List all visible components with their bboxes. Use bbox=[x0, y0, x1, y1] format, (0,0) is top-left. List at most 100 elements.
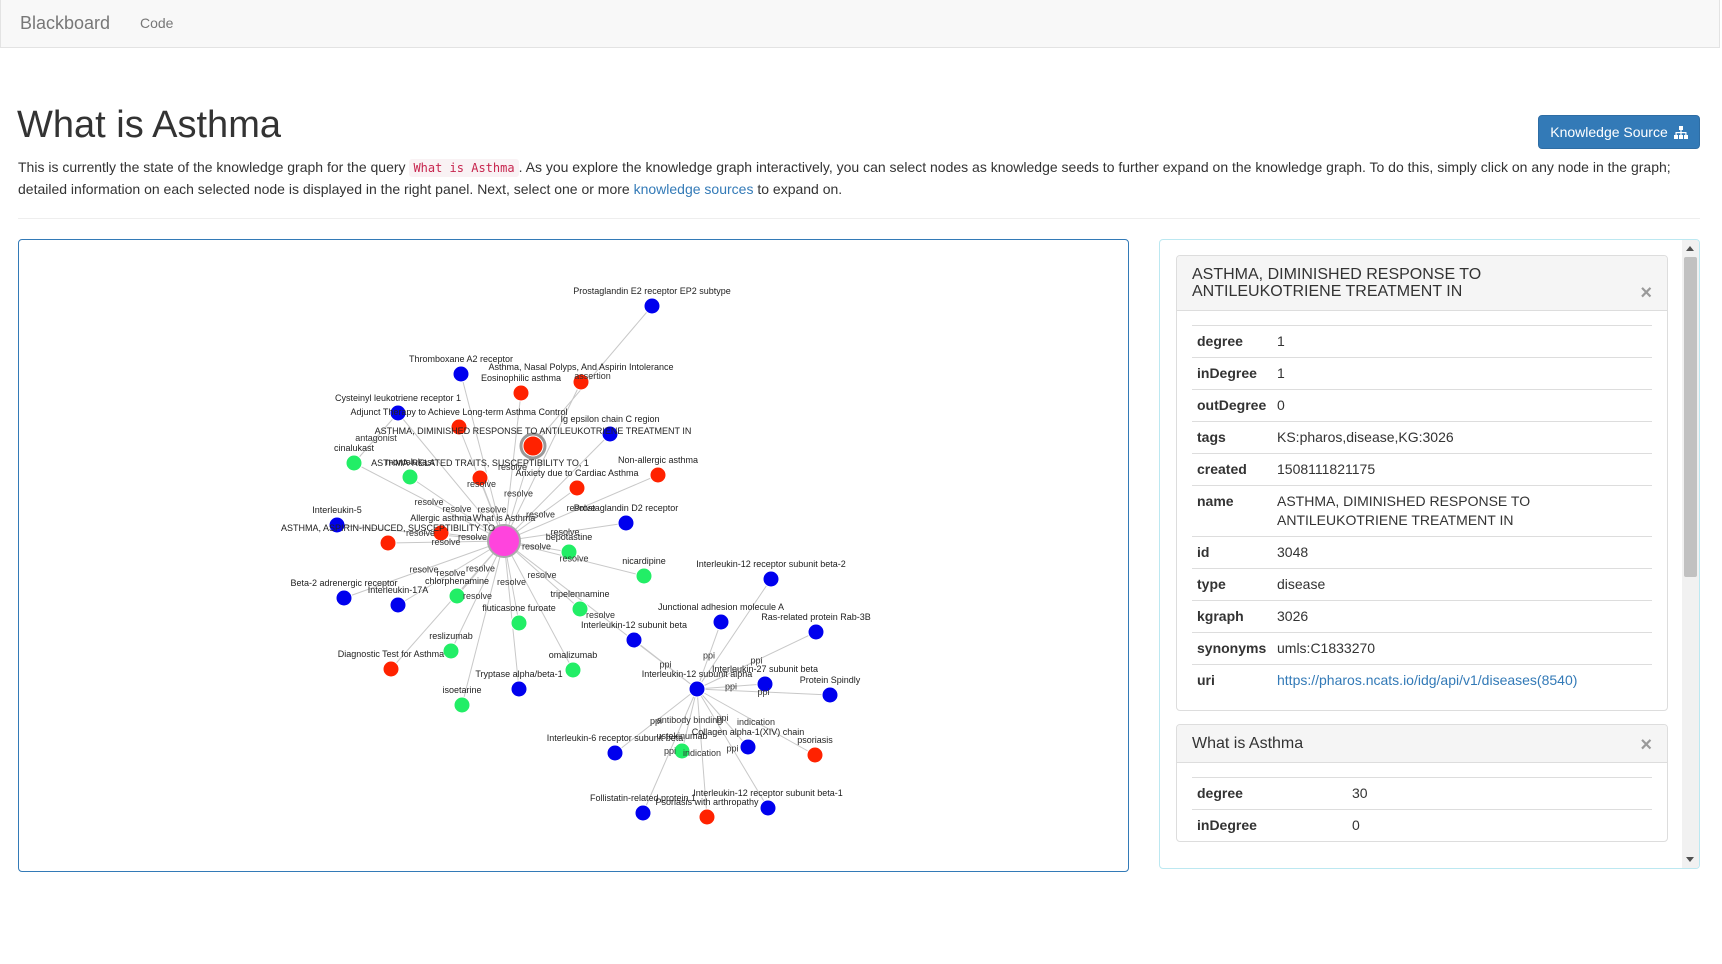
knowledge-graph[interactable]: resolve resolve resolve resolve resolve resol… bbox=[19, 240, 1128, 871]
property-row-uri: uri https://pharos.ncats.io/idg/api/v1/di… bbox=[1192, 664, 1652, 696]
graph-node-jam[interactable] bbox=[712, 613, 730, 631]
property-value: 0 bbox=[1272, 389, 1652, 422]
edge-label: resolve bbox=[463, 591, 492, 601]
graph-node-oma[interactable] bbox=[564, 661, 582, 679]
edge-label: resolve bbox=[586, 610, 615, 620]
property-row-kgraph: kgraph 3026 bbox=[1192, 600, 1652, 633]
graph-node-flu[interactable] bbox=[510, 614, 528, 632]
node-label: Ras-related protein Rab-3B bbox=[761, 612, 871, 622]
property-value: 30 bbox=[1347, 777, 1652, 810]
graph-node-spin[interactable] bbox=[821, 686, 839, 704]
query-code: What is Asthma bbox=[409, 159, 519, 177]
edge-label: ppi bbox=[757, 687, 769, 697]
property-key: created bbox=[1192, 453, 1272, 486]
scroll-up-icon[interactable] bbox=[1686, 246, 1694, 251]
property-value: ASTHMA, DIMINISHED RESPONSE TO ANTILEUKO… bbox=[1272, 485, 1652, 537]
graph-node-nic[interactable] bbox=[635, 567, 653, 585]
node-label: ASTHMA-RELATED TRAITS, SUSCEPTIBILITY TO… bbox=[371, 458, 589, 468]
property-key: uri bbox=[1192, 664, 1272, 696]
graph-node-il12a[interactable] bbox=[688, 680, 706, 698]
property-key: degree bbox=[1192, 777, 1347, 810]
property-key: name bbox=[1192, 485, 1272, 537]
node-label: isoetarine bbox=[442, 685, 481, 695]
close-icon[interactable]: × bbox=[1640, 735, 1652, 755]
node-label: Interleukin-17A bbox=[368, 585, 429, 595]
property-row-tags: tags KS:pharos,disease,KG:3026 bbox=[1192, 421, 1652, 454]
node-label: Interleukin-12 subunit beta bbox=[581, 620, 687, 630]
graph-node-nona[interactable] bbox=[649, 466, 667, 484]
node-label: Allergic asthma bbox=[410, 513, 472, 523]
graph-node-il12b1[interactable] bbox=[759, 799, 777, 817]
graph-node-mon[interactable] bbox=[401, 468, 419, 486]
edge-label: resolve bbox=[409, 565, 438, 575]
edge-label: indication bbox=[683, 748, 721, 758]
node-card-header: ASTHMA, DIMINISHED RESPONSE TO ANTILEUKO… bbox=[1177, 256, 1667, 311]
nav-code-link[interactable]: Code bbox=[140, 15, 173, 31]
navbar: Blackboard Code bbox=[0, 0, 1720, 48]
property-key: outDegree bbox=[1192, 389, 1272, 422]
graph-node-col[interactable] bbox=[739, 738, 757, 756]
property-key: kgraph bbox=[1192, 600, 1272, 633]
graph-node-fst[interactable] bbox=[634, 804, 652, 822]
property-row-degree: degree 1 bbox=[1192, 325, 1652, 358]
edge-label: ppi bbox=[659, 660, 671, 670]
scroll-down-icon[interactable] bbox=[1686, 857, 1694, 862]
graph-node-pgd2[interactable] bbox=[617, 514, 635, 532]
edge-label: ppi bbox=[725, 682, 737, 692]
graph-node-tbx[interactable] bbox=[452, 365, 470, 383]
graph-node-il17[interactable] bbox=[389, 596, 407, 614]
graph-node-psa[interactable] bbox=[698, 808, 716, 826]
graph-node-il6[interactable] bbox=[606, 744, 624, 762]
node-details-panel: ASTHMA, DIMINISHED RESPONSE TO ANTILEUKO… bbox=[1159, 239, 1700, 869]
panel-scrollbar[interactable] bbox=[1682, 240, 1699, 868]
node-label: reslizumab bbox=[429, 631, 473, 641]
graph-node-ep2[interactable] bbox=[643, 297, 661, 315]
node-label: Tryptase alpha/beta-1 bbox=[475, 669, 562, 679]
knowledge-sources-link[interactable]: knowledge sources bbox=[634, 181, 754, 197]
graph-node-res[interactable] bbox=[442, 642, 460, 660]
graph-node-cin[interactable] bbox=[345, 454, 363, 472]
node-label: Junctional adhesion molecule A bbox=[658, 602, 784, 612]
node-label: Interleukin-12 receptor subunit beta-2 bbox=[696, 559, 846, 569]
node-card-query: What is Asthma × degree 30 inDegree 0 bbox=[1176, 724, 1668, 842]
property-row-indegree: inDegree 1 bbox=[1192, 357, 1652, 390]
graph-node-aai[interactable] bbox=[379, 534, 397, 552]
graph-node-pso[interactable] bbox=[806, 746, 824, 764]
graph-node-dta[interactable] bbox=[382, 660, 400, 678]
graph-node-eos[interactable] bbox=[512, 384, 530, 402]
edge-label: resolve bbox=[466, 564, 495, 574]
edge-label: ppi bbox=[716, 713, 728, 723]
property-value: 1 bbox=[1272, 357, 1652, 390]
edge-label: resolve bbox=[414, 497, 443, 507]
graph-node-anx[interactable] bbox=[568, 479, 586, 497]
knowledge-source-button[interactable]: Knowledge Source bbox=[1538, 115, 1700, 149]
scroll-thumb[interactable] bbox=[1684, 257, 1697, 577]
edge-label: antibody binding bbox=[657, 715, 723, 725]
node-label: omalizumab bbox=[549, 650, 598, 660]
knowledge-source-label: Knowledge Source bbox=[1550, 124, 1668, 140]
brand-link[interactable]: Blackboard bbox=[20, 13, 110, 34]
graph-node-il12b2[interactable] bbox=[762, 570, 780, 588]
node-label: Asthma, Nasal Polyps, And Aspirin Intole… bbox=[488, 362, 673, 372]
knowledge-graph-panel[interactable]: resolve resolve resolve resolve resolve resol… bbox=[18, 239, 1129, 872]
graph-node-dim[interactable] bbox=[522, 435, 544, 457]
graph-node-rab[interactable] bbox=[807, 623, 825, 641]
node-label: Eosinophilic asthma bbox=[481, 373, 561, 383]
node-label: tripelennamine bbox=[550, 589, 609, 599]
graph-node-b2[interactable] bbox=[335, 589, 353, 607]
graph-node-iso[interactable] bbox=[453, 696, 471, 714]
node-label: bepotastine bbox=[546, 532, 593, 542]
edge-label: assertion bbox=[574, 371, 611, 381]
property-uri-link[interactable]: https://pharos.ncats.io/idg/api/v1/disea… bbox=[1277, 672, 1577, 688]
node-label: Cysteinyl leukotriene receptor 1 bbox=[335, 393, 461, 403]
edge-label: resolve bbox=[467, 479, 496, 489]
node-label: What is Asthma bbox=[473, 513, 536, 523]
graph-node-il12b[interactable] bbox=[625, 631, 643, 649]
node-label: Psoriasis with arthropathy bbox=[655, 797, 759, 807]
node-properties-table: degree 1 inDegree 1 outDegree 0 tags KS:pharos,… bbox=[1192, 325, 1652, 696]
property-value[interactable]: https://pharos.ncats.io/idg/api/v1/disea… bbox=[1272, 664, 1652, 696]
node-label: Interleukin-12 receptor subunit beta-1 bbox=[693, 788, 843, 798]
node-label: Non-allergic asthma bbox=[618, 455, 698, 465]
graph-node-try[interactable] bbox=[510, 680, 528, 698]
close-icon[interactable]: × bbox=[1640, 283, 1652, 303]
